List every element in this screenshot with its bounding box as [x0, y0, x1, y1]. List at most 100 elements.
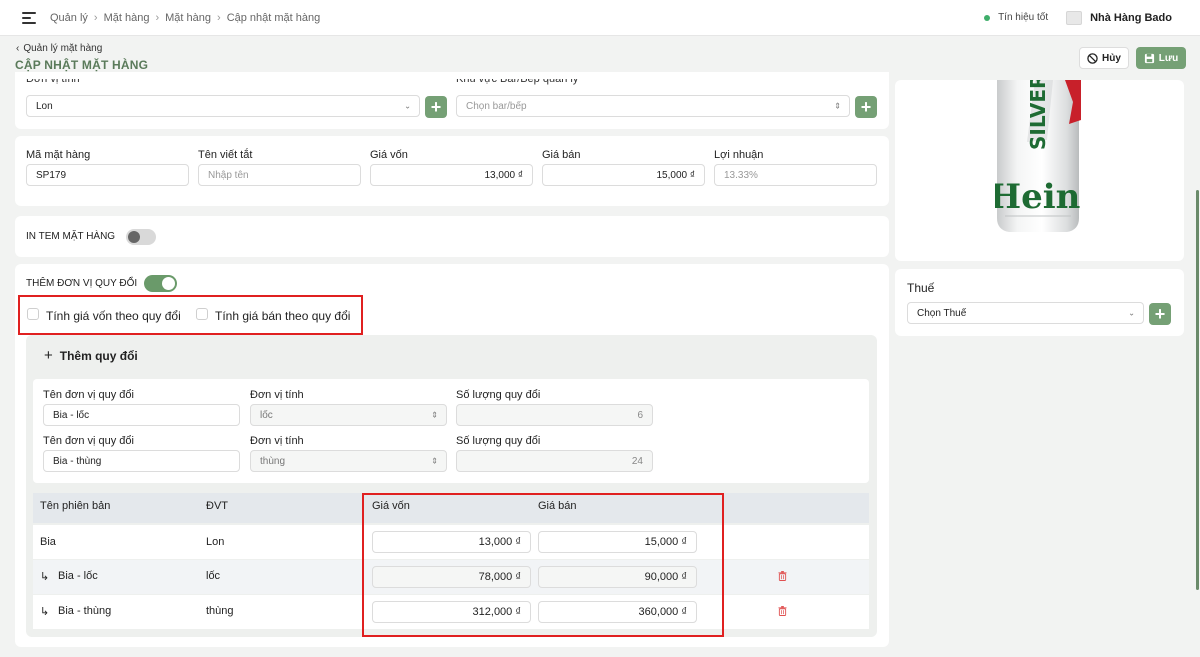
column-header: Tên phiên bản — [40, 500, 111, 512]
variant-name: Bia - lốc — [58, 570, 98, 582]
cost-by-conversion-checkbox[interactable] — [27, 308, 39, 320]
variant-unit: lốc — [206, 570, 221, 582]
column-header: ĐVT — [206, 500, 228, 512]
price-input-value: 15,000 ₫ — [656, 169, 696, 181]
code-input[interactable]: SP179 — [26, 164, 189, 186]
conversion-unit-select[interactable]: thùng ⇕ — [250, 450, 447, 472]
sort-arrows-icon: ⇕ — [431, 456, 438, 466]
child-arrow-icon: ↳ — [40, 606, 50, 618]
add-unit-button[interactable]: + — [425, 96, 447, 118]
cancel-button[interactable]: Hủy — [1079, 47, 1129, 69]
cost-by-conversion-label[interactable]: Tính giá vốn theo quy đổi — [46, 309, 181, 323]
conversion-name-input[interactable]: Bia - lốc — [43, 404, 240, 426]
tax-select[interactable]: Chọn Thuế ⌄ — [907, 302, 1144, 324]
variant-unit: thùng — [206, 605, 234, 617]
breadcrumb: Quản lý › Mặt hàng › Mặt hàng › Cập nhật… — [50, 12, 320, 24]
sort-arrows-icon: ⇕ — [431, 410, 438, 420]
chevron-right-icon: › — [93, 11, 98, 24]
tax-select-placeholder: Chọn Thuế — [917, 307, 967, 319]
short-name-input[interactable]: Nhập tên — [198, 164, 361, 186]
conversion-name-value: Bia - thùng — [53, 455, 102, 467]
highlight-box — [362, 493, 724, 637]
plus-icon: + — [860, 97, 872, 117]
signal-status-text: Tín hiệu tốt — [998, 12, 1049, 23]
add-conversion-button[interactable]: + Thêm quy đổi — [44, 347, 138, 364]
scrollbar[interactable] — [1196, 190, 1199, 590]
save-icon — [1144, 53, 1154, 63]
price-by-conversion-label[interactable]: Tính giá bán theo quy đổi — [215, 309, 350, 323]
store-icon — [1066, 10, 1083, 25]
breadcrumb-item[interactable]: Mặt hàng — [104, 12, 150, 24]
tax-label: Thuế — [907, 281, 935, 295]
sort-arrows-icon: ⇕ — [834, 101, 841, 111]
conversion-unit-label: Đơn vị tính — [250, 435, 304, 447]
price-by-conversion-checkbox[interactable] — [196, 308, 208, 320]
price-label: Giá bán — [542, 149, 581, 161]
cancel-icon — [1087, 52, 1098, 64]
save-button-label: Lưu — [1158, 52, 1179, 64]
cost-input-value: 13,000 ₫ — [484, 169, 524, 181]
conversion-name-input[interactable]: Bia - thùng — [43, 450, 240, 472]
chevron-down-icon: ⌄ — [1128, 308, 1135, 318]
area-select-placeholder: Chọn bar/bếp — [466, 100, 527, 112]
cost-input[interactable]: 13,000 ₫ — [370, 164, 533, 186]
save-button[interactable]: Lưu — [1136, 47, 1186, 69]
top-bar: Quản lý › Mặt hàng › Mặt hàng › Cập nhật… — [0, 0, 1200, 36]
cost-label: Giá vốn — [370, 149, 408, 161]
code-input-value: SP179 — [36, 169, 67, 181]
print-label-toggle[interactable] — [126, 229, 156, 245]
conversion-unit-label: Đơn vị tính — [250, 389, 304, 401]
conversion-qty-input[interactable]: 6 — [456, 404, 653, 426]
plus-icon: + — [1154, 304, 1166, 324]
conversion-toggle[interactable] — [144, 275, 177, 292]
conversion-unit-value: thùng — [260, 455, 286, 467]
header-backdrop — [0, 36, 893, 72]
product-image: SILVER Heineken — [995, 80, 1081, 232]
conversion-name-label: Tên đơn vị quy đổi — [43, 435, 134, 447]
conversion-name-value: Bia - lốc — [53, 409, 90, 421]
short-name-placeholder: Nhập tên — [208, 169, 249, 181]
conversion-unit-select[interactable]: lốc ⇕ — [250, 404, 447, 426]
unit-select[interactable]: Lon ⌄ — [26, 95, 420, 117]
plus-icon: + — [44, 347, 53, 364]
area-select[interactable]: Chọn bar/bếp ⇕ — [456, 95, 850, 117]
conversion-qty-label: Số lượng quy đổi — [456, 389, 541, 401]
print-label-title: IN TEM MẶT HÀNG — [26, 231, 116, 242]
profit-input: 13.33% — [714, 164, 877, 186]
code-label: Mã mặt hàng — [26, 149, 91, 161]
add-tax-button[interactable]: + — [1149, 303, 1171, 325]
chevron-right-icon: › — [217, 11, 221, 24]
chevron-down-icon: ⌄ — [404, 101, 411, 111]
variant-name: Bia — [40, 536, 56, 548]
variant-name: Bia - thùng — [58, 605, 112, 617]
price-input[interactable]: 15,000 ₫ — [542, 164, 705, 186]
breadcrumb-current: Cập nhật mặt hàng — [226, 11, 321, 24]
cancel-button-label: Hủy — [1102, 52, 1121, 64]
conversion-qty-label: Số lượng quy đổi — [456, 435, 541, 447]
conversion-unit-value: lốc — [260, 409, 273, 421]
profit-label: Lợi nhuận — [714, 149, 764, 161]
store-name[interactable]: Nhà Hàng Bado — [1090, 12, 1172, 24]
breadcrumb-item[interactable]: Quản lý — [50, 12, 88, 24]
menu-icon[interactable] — [22, 11, 36, 24]
chevron-right-icon: › — [155, 11, 160, 24]
conversion-qty-value: 24 — [631, 455, 643, 467]
conversion-qty-value: 6 — [637, 409, 643, 421]
conversion-name-label: Tên đơn vị quy đổi — [43, 389, 134, 401]
plus-icon: + — [430, 97, 442, 117]
profit-input-value: 13.33% — [724, 169, 758, 181]
signal-status-icon — [984, 14, 991, 21]
short-name-label: Tên viết tắt — [198, 149, 253, 161]
add-area-button[interactable]: + — [855, 96, 877, 118]
toggle-knob — [128, 231, 140, 243]
add-conversion-label: Thêm quy đổi — [59, 348, 138, 363]
trash-icon[interactable] — [778, 606, 787, 616]
trash-icon[interactable] — [778, 571, 787, 581]
breadcrumb-item[interactable]: Mặt hàng — [165, 12, 211, 24]
toggle-knob — [162, 277, 175, 290]
child-arrow-icon: ↳ — [40, 571, 50, 583]
unit-select-value: Lon — [36, 100, 53, 112]
can-variant-text: SILVER — [1026, 80, 1050, 150]
variant-unit: Lon — [206, 536, 225, 548]
conversion-qty-input[interactable]: 24 — [456, 450, 653, 472]
